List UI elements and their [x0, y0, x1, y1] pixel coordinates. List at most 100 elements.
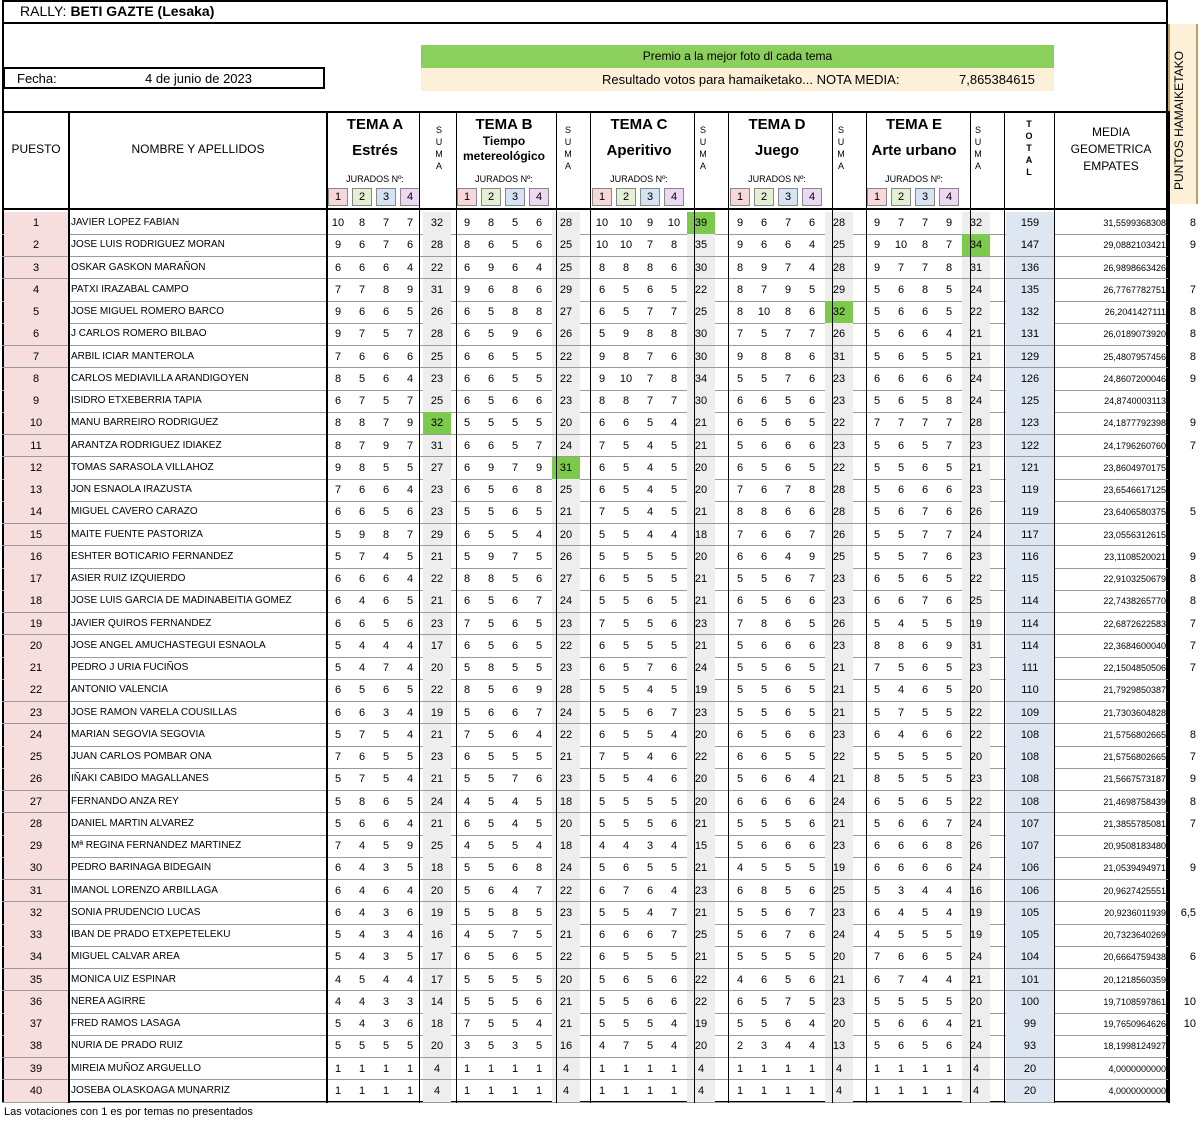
sum-cell: 15: [687, 835, 715, 857]
vote-cell: 6: [760, 773, 768, 786]
vote-cell: 5: [784, 951, 792, 964]
suma-letter: A: [564, 161, 571, 171]
vote-cell: 6: [808, 395, 816, 407]
vote-cell: 4: [406, 728, 414, 741]
vote-cell: 6: [897, 840, 905, 852]
vote-cell: 4: [535, 840, 543, 852]
vote-cell: 6: [921, 573, 929, 585]
vote-cell: 6: [646, 595, 654, 608]
vote-cell: 6: [646, 884, 654, 897]
puesto-cell: 2: [4, 234, 68, 257]
vote-cell: 1: [487, 1084, 495, 1097]
vote-cell: 8: [897, 639, 905, 652]
vote-cell: 6: [646, 995, 654, 1008]
vote-cell: 6: [921, 684, 929, 697]
juror-number-box: 2: [754, 188, 774, 206]
vote-cell: 5: [921, 706, 929, 719]
geo-mean-cell: 29,0882103421: [1103, 240, 1166, 251]
vote-cell: 5: [487, 951, 495, 964]
vote-cell: 6: [487, 372, 495, 385]
vote-cell: 5: [463, 973, 471, 986]
participant-name: JUAN CARLOS POMBAR ONA: [71, 751, 212, 762]
vote-cell: 4: [535, 528, 543, 541]
vote-cell: 5: [535, 417, 543, 430]
sum-cell: 4: [687, 1057, 715, 1080]
vote-cell: 1: [784, 1084, 792, 1097]
vote-cell: 5: [760, 995, 768, 1008]
vote-cell: 5: [736, 372, 744, 385]
sum-cell: 18: [423, 857, 451, 880]
vote-cell: 4: [873, 929, 881, 941]
vote-cell: 5: [406, 684, 414, 697]
sum-cell: 22: [687, 968, 715, 991]
grid-vline: [866, 111, 867, 1103]
vote-cell: 5: [760, 662, 768, 674]
puntos-cell: 8: [1189, 728, 1196, 741]
vote-cell: 5: [487, 751, 495, 763]
puesto-cell: 18: [4, 590, 68, 613]
suma-letter: M: [974, 149, 982, 159]
vote-cell: 5: [760, 595, 768, 608]
vote-cell: 6: [598, 951, 606, 964]
vote-cell: 4: [921, 973, 929, 986]
vote-cell: 5: [487, 973, 495, 986]
puntos-cell: 8: [1189, 217, 1196, 229]
sum-cell: 4: [423, 1057, 451, 1080]
vote-cell: 5: [808, 662, 816, 674]
vote-cell: 5: [945, 773, 953, 786]
vote-cell: 4: [406, 573, 414, 585]
vote-cell: 5: [945, 573, 953, 585]
sum-cell: 22: [962, 790, 990, 813]
sum-cell: 22: [825, 746, 853, 768]
vote-cell: 6: [670, 261, 678, 274]
vote-cell: 7: [598, 751, 606, 763]
total-cell: 108: [1006, 768, 1054, 791]
vote-cell: 6: [535, 395, 543, 407]
vote-cell: 5: [873, 817, 881, 830]
sum-cell: 19: [825, 857, 853, 880]
juror-number-box: 2: [616, 188, 636, 206]
total-cell: 110: [1006, 679, 1054, 702]
vote-cell: 8: [760, 884, 768, 897]
table-row: 12 TOMAS SARASOLA VILLAHOZ 9 8 5 5 27 6 9 7 9 31 6 5 4…: [0, 456, 1200, 479]
vote-cell: 5: [487, 617, 495, 630]
vote-cell: 9: [358, 528, 366, 541]
vote-cell: 3: [382, 862, 390, 875]
geo-mean-cell: 22,3684600040: [1103, 640, 1166, 651]
vote-cell: 7: [736, 528, 744, 541]
juror-number-box: 3: [376, 188, 396, 206]
tema-subject: Tiempo: [482, 134, 526, 148]
vote-cell: 5: [921, 439, 929, 452]
puesto-cell: 1: [4, 212, 68, 234]
vote-cell: 6: [760, 639, 768, 652]
sum-cell: 28: [423, 323, 451, 346]
vote-cell: 1: [334, 1062, 342, 1075]
vote-cell: 5: [487, 1018, 495, 1030]
winner-sum-cell: 34: [962, 234, 990, 257]
header-separator: [2, 111, 1168, 113]
vote-cell: 6: [808, 884, 816, 897]
participant-name: IBAN DE PRADO ETXEPETELEKU: [71, 929, 231, 940]
sum-cell: 21: [687, 812, 715, 835]
vote-cell: 8: [487, 217, 495, 229]
vote-cell: 5: [736, 951, 744, 964]
vote-cell: 6: [463, 350, 471, 363]
sum-cell: 24: [962, 1035, 990, 1058]
vote-cell: 7: [463, 1018, 471, 1030]
participant-name: JOSE RAMON VARELA COUSILLAS: [71, 706, 237, 718]
vote-cell: 1: [622, 1062, 630, 1075]
puntos-cell: 9: [1189, 417, 1196, 430]
vote-cell: 6: [736, 595, 744, 608]
table-row: 22 ANTONIO VALENCIA 6 5 6 5 22 8 5 6 9 28 5 5 4 5 19 5 5 6 5…: [0, 679, 1200, 702]
participant-name: PATXI IRAZABAL CAMPO: [71, 283, 189, 295]
vote-cell: 8: [382, 528, 390, 541]
vote-cell: 4: [358, 929, 366, 941]
vote-cell: 6: [463, 817, 471, 830]
participant-name: JOSE LUIS GARCIA DE MADINABEITIA GOMEZ: [71, 595, 292, 607]
vote-cell: 3: [382, 995, 390, 1008]
vote-cell: 6: [784, 595, 792, 608]
total-cell: 111: [1006, 657, 1054, 679]
vote-cell: 7: [921, 528, 929, 541]
sum-cell: 28: [962, 412, 990, 435]
suma-letter: M: [699, 149, 707, 159]
